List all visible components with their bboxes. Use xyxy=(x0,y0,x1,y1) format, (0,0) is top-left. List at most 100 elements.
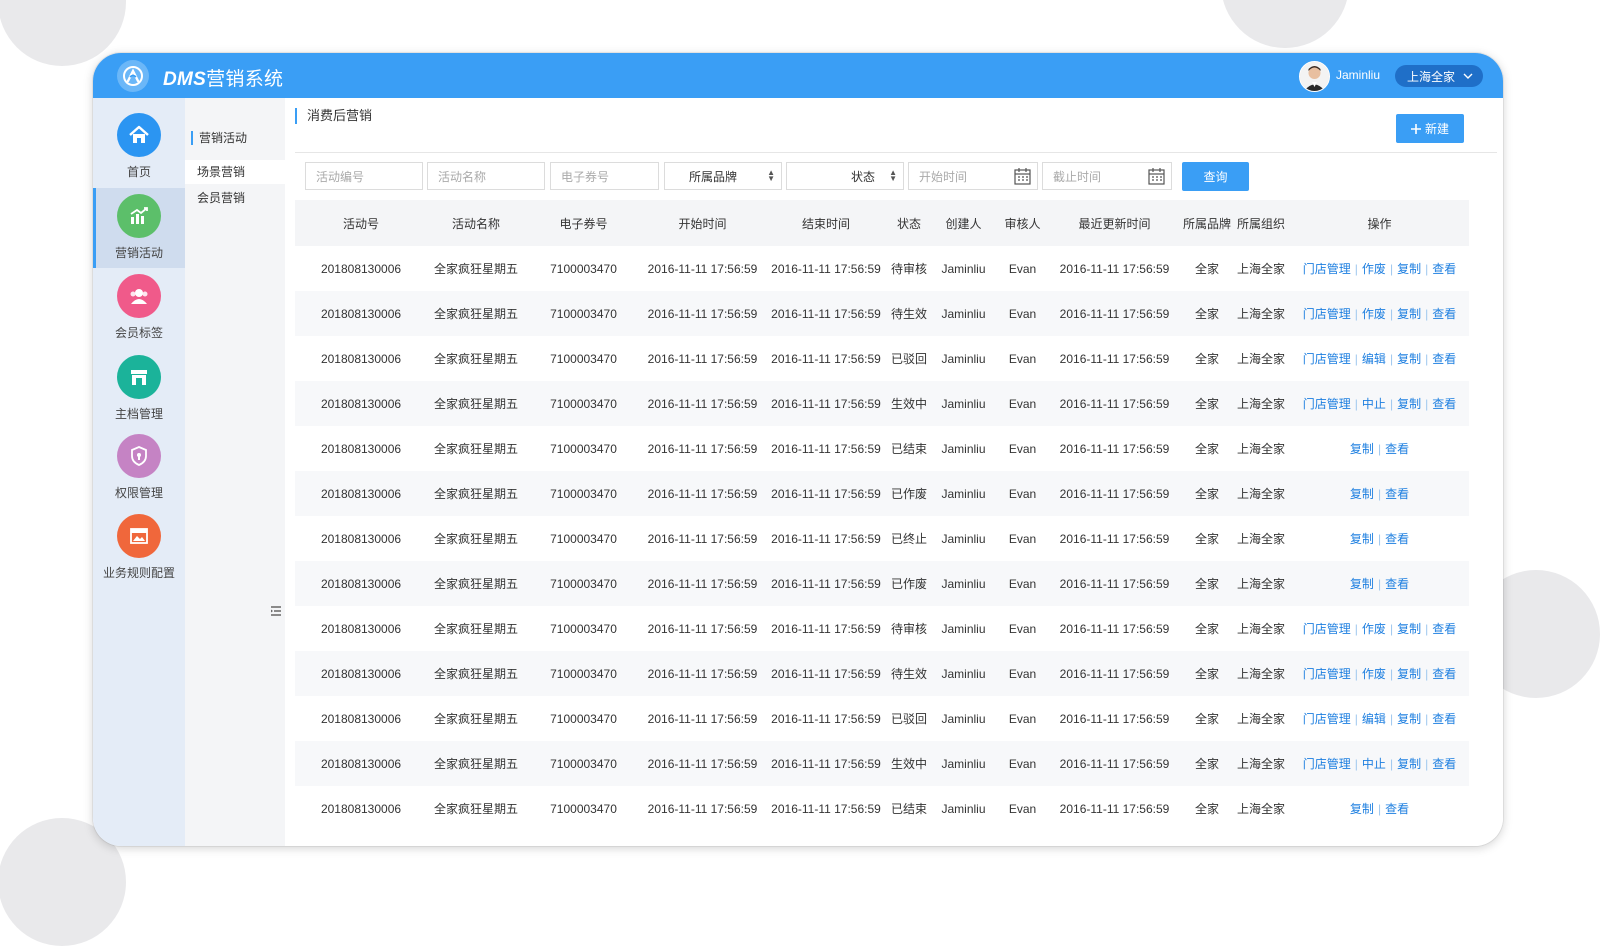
action-separator: | xyxy=(1425,667,1429,681)
action-link[interactable]: 复制 xyxy=(1350,442,1374,456)
action-link[interactable]: 查看 xyxy=(1432,397,1456,411)
creator-cell: Jaminliu xyxy=(941,621,986,636)
action-link[interactable]: 编辑 xyxy=(1362,712,1386,726)
action-separator: | xyxy=(1425,712,1429,726)
action-link[interactable]: 中止 xyxy=(1362,757,1386,771)
table-row: 201808130006 全家疯狂星期五 7100003470 2016-11-11 … xyxy=(295,561,1469,606)
table-row: 201808130006 全家疯狂星期五 7100003470 2016-11-11 … xyxy=(295,606,1469,651)
nav-item-master-data[interactable]: 主档管理 xyxy=(93,349,185,429)
start-time-cell: 2016-11-11 17:56:59 xyxy=(647,576,758,591)
gallery-icon xyxy=(117,514,161,558)
action-link[interactable]: 中止 xyxy=(1362,397,1386,411)
action-link[interactable]: 编辑 xyxy=(1362,352,1386,366)
action-link[interactable]: 查看 xyxy=(1385,487,1409,501)
table-row: 201808130006 全家疯狂星期五 7100003470 2016-11-11 … xyxy=(295,786,1469,831)
action-link[interactable]: 作废 xyxy=(1362,667,1386,681)
action-link[interactable]: 查看 xyxy=(1432,667,1456,681)
action-link[interactable]: 查看 xyxy=(1432,307,1456,321)
action-link[interactable]: 门店管理 xyxy=(1303,397,1351,411)
action-link[interactable]: 查看 xyxy=(1432,352,1456,366)
action-link[interactable]: 门店管理 xyxy=(1303,757,1351,771)
table-header-row: 活动号 活动名称 电子券号 开始时间 结束时间 状态 创建人 审核人 最近更新时间 所属品牌 所属组… xyxy=(295,200,1469,246)
action-link[interactable]: 复制 xyxy=(1350,802,1374,816)
action-link[interactable]: 查看 xyxy=(1385,442,1409,456)
action-link[interactable]: 查看 xyxy=(1432,262,1456,276)
activity-id-cell: 201808130006 xyxy=(320,576,402,591)
brand-cell: 全家 xyxy=(1194,352,1219,366)
coupon-no-placeholder: 电子券号 xyxy=(561,169,610,184)
subnav-item-scene-marketing[interactable]: 场景营销 xyxy=(185,160,285,184)
end-time-input[interactable]: 截止时间 xyxy=(1042,162,1172,190)
action-link[interactable]: 作废 xyxy=(1362,262,1386,276)
action-link[interactable]: 门店管理 xyxy=(1303,307,1351,321)
activity-id-cell: 201808130006 xyxy=(320,621,402,636)
nav-item-business-rules[interactable]: 业务规则配置 xyxy=(93,508,185,588)
action-link[interactable]: 门店管理 xyxy=(1303,352,1351,366)
action-link[interactable]: 作废 xyxy=(1362,307,1386,321)
home-icon xyxy=(117,113,161,157)
nav-item-home[interactable]: 首页 xyxy=(93,107,185,187)
action-link[interactable]: 复制 xyxy=(1397,397,1421,411)
nav-label: 业务规则配置 xyxy=(102,566,175,580)
action-link[interactable]: 复制 xyxy=(1397,307,1421,321)
action-separator: | xyxy=(1425,307,1429,321)
calendar-icon[interactable] xyxy=(1148,168,1165,185)
action-link[interactable]: 复制 xyxy=(1350,577,1374,591)
avatar[interactable] xyxy=(1299,61,1330,92)
org-select[interactable]: 上海全家 xyxy=(1395,65,1483,87)
action-link[interactable]: 门店管理 xyxy=(1303,712,1351,726)
brand-select[interactable]: 所属品牌 ▲ ▼ xyxy=(664,162,782,190)
action-link[interactable]: 复制 xyxy=(1397,757,1421,771)
start-time-input[interactable]: 开始时间 xyxy=(908,162,1038,190)
subnav-item-member-marketing[interactable]: 会员营销 xyxy=(185,186,285,210)
calendar-icon[interactable] xyxy=(1014,168,1031,185)
action-link[interactable]: 复制 xyxy=(1397,352,1421,366)
action-link[interactable]: 复制 xyxy=(1397,667,1421,681)
action-link[interactable]: 复制 xyxy=(1350,532,1374,546)
username[interactable]: Jaminliu xyxy=(1336,68,1380,82)
brand-cell: 全家 xyxy=(1194,397,1219,411)
action-separator: | xyxy=(1377,442,1382,456)
reviewer-cell: Evan xyxy=(1008,531,1037,546)
action-link[interactable]: 作废 xyxy=(1362,622,1386,636)
main-content: 消费后营销 新建 活动编号 活动名称 电子券号 所属品牌 ▲ ▼ 状态 ▲ ▼ 开始… xyxy=(295,98,1503,846)
action-link[interactable]: 门店管理 xyxy=(1303,622,1351,636)
action-link[interactable]: 查看 xyxy=(1432,757,1456,771)
nav-item-marketing[interactable]: 营销活动 xyxy=(93,188,185,268)
action-link[interactable]: 查看 xyxy=(1385,802,1409,816)
creator-cell: Jaminliu xyxy=(941,711,986,726)
status-select-value: 状态 xyxy=(850,169,875,184)
reviewer-cell: Evan xyxy=(1008,351,1037,366)
activity-id-cell: 201808130006 xyxy=(320,261,402,276)
action-link[interactable]: 门店管理 xyxy=(1303,262,1351,276)
activity-name-input[interactable]: 活动名称 xyxy=(427,162,545,190)
action-link[interactable]: 查看 xyxy=(1432,622,1456,636)
nav-item-permissions[interactable]: 权限管理 xyxy=(93,428,185,508)
query-button[interactable]: 查询 xyxy=(1182,162,1249,191)
nav-label: 权限管理 xyxy=(114,486,163,500)
end-time-cell: 2016-11-11 17:56:59 xyxy=(771,666,881,681)
action-link[interactable]: 复制 xyxy=(1397,622,1421,636)
collapse-menu-icon[interactable] xyxy=(269,604,283,623)
status-cell: 已作废 xyxy=(890,487,927,501)
creator-cell: Jaminliu xyxy=(941,441,986,456)
action-link[interactable]: 复制 xyxy=(1350,487,1374,501)
action-link[interactable]: 复制 xyxy=(1397,712,1421,726)
action-link[interactable]: 查看 xyxy=(1385,532,1409,546)
activity-id-cell: 201808130006 xyxy=(320,351,402,366)
org-cell: 上海全家 xyxy=(1236,487,1285,501)
action-link[interactable]: 查看 xyxy=(1385,577,1409,591)
action-link[interactable]: 门店管理 xyxy=(1303,667,1351,681)
nav-item-member-tags[interactable]: 会员标签 xyxy=(93,268,185,348)
org-select-value: 上海全家 xyxy=(1407,69,1456,84)
status-cell: 已结束 xyxy=(890,802,927,816)
activity-id-input[interactable]: 活动编号 xyxy=(305,162,423,190)
action-link[interactable]: 查看 xyxy=(1432,712,1456,726)
status-select[interactable]: 状态 ▲ ▼ xyxy=(786,162,904,190)
action-link[interactable]: 复制 xyxy=(1397,262,1421,276)
new-button[interactable]: 新建 xyxy=(1396,114,1464,143)
activity-name-cell: 全家疯狂星期五 xyxy=(433,397,518,411)
action-separator: | xyxy=(1377,577,1382,591)
coupon-no-input[interactable]: 电子券号 xyxy=(550,162,659,190)
table-body: 201808130006 全家疯狂星期五 7100003470 2016-11-11 … xyxy=(295,246,1469,831)
